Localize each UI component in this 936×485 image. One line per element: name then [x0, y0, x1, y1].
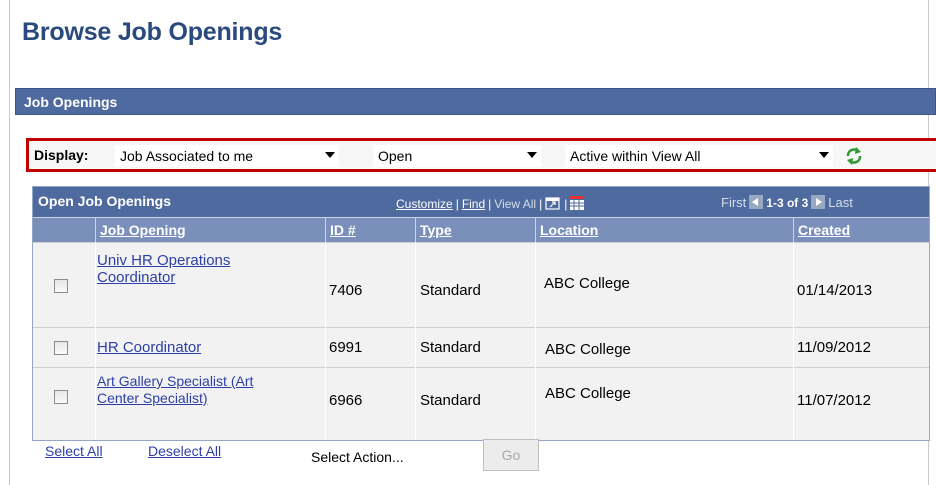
grid-header: Open Job Openings Customize | Find | View Al… [33, 187, 929, 217]
go-button[interactable]: Go [483, 439, 539, 471]
first-link[interactable]: First [721, 195, 746, 210]
view-all-link[interactable]: View All [494, 197, 536, 211]
column-type[interactable]: Type [416, 217, 536, 242]
prev-page-icon[interactable] [749, 195, 764, 209]
column-job-opening[interactable]: Job Opening [96, 217, 326, 242]
column-location[interactable]: Location [536, 217, 794, 242]
customize-link[interactable]: Customize [396, 197, 453, 211]
column-select [33, 217, 96, 242]
display-filter-bar: Display: Job Associated to me Open Activ… [26, 138, 936, 172]
job-created: 11/09/2012 [797, 339, 871, 356]
column-location-label[interactable]: Location [540, 222, 598, 238]
row-checkbox[interactable] [54, 279, 68, 293]
column-created[interactable]: Created [794, 217, 929, 242]
section-title: Job Openings [24, 94, 118, 110]
next-page-icon[interactable] [811, 195, 826, 209]
row-checkbox[interactable] [54, 390, 68, 404]
column-divider [325, 242, 326, 440]
chevron-down-icon [527, 152, 537, 158]
job-type: Standard [420, 282, 481, 299]
job-opening-link[interactable]: Art Gallery Specialist (Art Center Specia… [97, 373, 322, 407]
page-title: Browse Job Openings [22, 18, 283, 46]
job-type: Standard [420, 392, 481, 409]
select-action-label: Select Action... [311, 449, 404, 465]
grid-pager: First 1-3 of 3 Last [721, 195, 853, 210]
download-grid-icon[interactable] [570, 196, 585, 210]
row-checkbox[interactable] [54, 341, 68, 355]
job-openings-grid: Open Job Openings Customize | Find | View Al… [32, 186, 930, 441]
grid-title: Open Job Openings [38, 193, 172, 209]
chevron-down-icon [819, 152, 829, 158]
status-select[interactable]: Open [373, 145, 541, 167]
association-select-value: Job Associated to me [120, 148, 254, 164]
status-select-value: Open [378, 148, 413, 164]
table-row: Art Gallery Specialist (Art Center Specia… [33, 367, 929, 440]
column-id-label[interactable]: ID # [330, 222, 356, 238]
view-select-value: Active within View All [570, 148, 701, 164]
job-location: ABC College [545, 341, 631, 358]
column-divider [535, 242, 536, 440]
grid-toolbar: Customize | Find | View All | | [396, 196, 585, 211]
last-link[interactable]: Last [828, 195, 853, 210]
row-count: 1-3 of 3 [766, 196, 809, 210]
find-link[interactable]: Find [462, 197, 485, 211]
job-opening-link[interactable]: Univ HR Operations Coordinator [97, 252, 322, 286]
display-label: Display: [34, 147, 89, 163]
association-select[interactable]: Job Associated to me [115, 145, 339, 167]
column-id[interactable]: ID # [326, 217, 416, 242]
column-created-label[interactable]: Created [798, 222, 850, 238]
deselect-all-link[interactable]: Deselect All [148, 443, 221, 459]
job-created: 11/07/2012 [797, 392, 871, 409]
job-id: 7406 [329, 282, 363, 299]
job-id: 6966 [329, 392, 363, 409]
job-opening-link[interactable]: HR Coordinator [97, 339, 322, 356]
job-created: 01/14/2013 [797, 282, 873, 299]
job-type: Standard [420, 339, 481, 356]
job-location: ABC College [544, 275, 630, 292]
column-divider [95, 242, 96, 440]
column-divider [793, 242, 794, 440]
view-select[interactable]: Active within View All [565, 145, 833, 167]
table-row: HR Coordinator 6991 Standard ABC College… [33, 327, 929, 367]
column-divider [415, 242, 416, 440]
job-location: ABC College [545, 385, 631, 402]
column-job-opening-label[interactable]: Job Opening [100, 222, 186, 238]
chevron-down-icon [325, 152, 335, 158]
new-window-icon[interactable] [545, 196, 561, 210]
column-type-label[interactable]: Type [420, 222, 452, 238]
table-row: Univ HR Operations Coordinator 7406 Stand… [33, 242, 929, 327]
refresh-icon[interactable] [844, 147, 864, 165]
job-id: 6991 [329, 339, 363, 356]
select-all-link[interactable]: Select All [45, 443, 103, 459]
section-header: Job Openings [15, 88, 936, 115]
